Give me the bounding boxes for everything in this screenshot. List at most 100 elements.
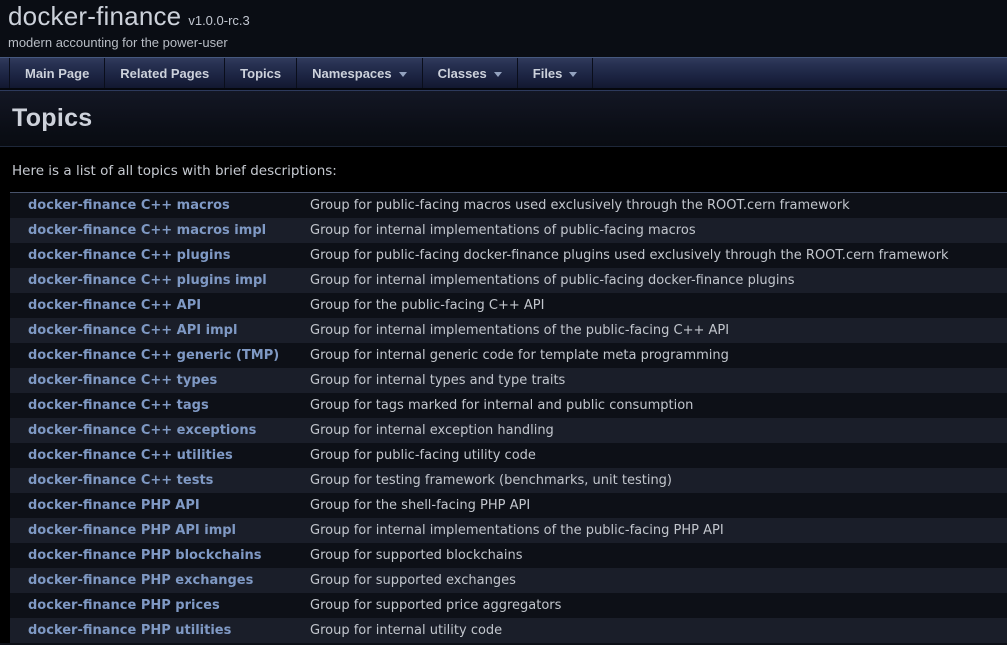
topic-entry: docker-finance PHP utilities — [10, 618, 310, 643]
topic-entry: docker-finance C++ generic (TMP) — [10, 343, 310, 368]
table-row: docker-finance PHP blockchains Group for … — [10, 543, 1007, 568]
tab-label: Main Page — [25, 66, 89, 81]
topic-entry: docker-finance C++ types — [10, 368, 310, 393]
topic-entry: docker-finance C++ tags — [10, 393, 310, 418]
table-row: docker-finance C++ macros Group for publi… — [10, 193, 1007, 218]
site-header: docker-finance v1.0.0-rc.3 modern account… — [0, 0, 1007, 57]
topic-entry: docker-finance C++ exceptions — [10, 418, 310, 443]
topic-entry: docker-finance C++ plugins — [10, 243, 310, 268]
topic-entry: docker-finance C++ macros impl — [10, 218, 310, 243]
table-row: docker-finance C++ API impl Group for int… — [10, 318, 1007, 343]
table-row: docker-finance PHP API Group for the shel… — [10, 493, 1007, 518]
chevron-down-icon — [399, 72, 407, 77]
tab-related-pages[interactable]: Related Pages — [105, 58, 225, 88]
table-row: docker-finance C++ generic (TMP) Group fo… — [10, 343, 1007, 368]
topic-entry: docker-finance C++ plugins impl — [10, 268, 310, 293]
tab-label: Related Pages — [120, 66, 209, 81]
tab-label: Topics — [240, 66, 281, 81]
page-header: Topics — [0, 90, 1007, 147]
topic-entry: docker-finance PHP prices — [10, 593, 310, 618]
tab-files[interactable]: Files — [518, 58, 594, 88]
topic-link[interactable]: docker-finance PHP utilities — [28, 623, 231, 638]
chevron-down-icon — [569, 72, 577, 77]
table-row: docker-finance C++ tags Group for tags ma… — [10, 393, 1007, 418]
topic-link[interactable]: docker-finance PHP prices — [28, 598, 220, 613]
project-brief: modern accounting for the power-user — [8, 35, 1007, 50]
intro-text: Here is a list of all topics with brief … — [0, 147, 1007, 192]
topic-entry: docker-finance C++ API impl — [10, 318, 310, 343]
topic-description: Group for the public-facing C++ API — [310, 293, 1007, 318]
topic-link[interactable]: docker-finance C++ API impl — [28, 323, 237, 338]
topic-link[interactable]: docker-finance C++ API — [28, 298, 201, 313]
table-row: docker-finance C++ plugins Group for publ… — [10, 243, 1007, 268]
topic-link[interactable]: docker-finance C++ generic (TMP) — [28, 348, 279, 363]
topic-link[interactable]: docker-finance C++ macros impl — [28, 223, 266, 238]
topic-description: Group for internal implementations of pu… — [310, 218, 1007, 243]
topic-description: Group for testing framework (benchmarks,… — [310, 468, 1007, 493]
project-title-row: docker-finance v1.0.0-rc.3 — [8, 1, 1007, 32]
table-row: docker-finance C++ exceptions Group for i… — [10, 418, 1007, 443]
tab-list: Main Page Related Pages Topics Namespaces Cl… — [0, 58, 1007, 88]
topic-description: Group for internal types and type traits — [310, 368, 1007, 393]
topic-description: Group for supported blockchains — [310, 543, 1007, 568]
topic-entry: docker-finance PHP exchanges — [10, 568, 310, 593]
topic-description: Group for tags marked for internal and p… — [310, 393, 1007, 418]
tab-namespaces[interactable]: Namespaces — [297, 58, 423, 88]
topic-link[interactable]: docker-finance C++ utilities — [28, 448, 233, 463]
topic-link[interactable]: docker-finance C++ exceptions — [28, 423, 256, 438]
topic-description: Group for supported exchanges — [310, 568, 1007, 593]
topic-description: Group for supported price aggregators — [310, 593, 1007, 618]
topic-entry: docker-finance PHP blockchains — [10, 543, 310, 568]
project-version: v1.0.0-rc.3 — [188, 13, 249, 28]
topic-entry: docker-finance C++ tests — [10, 468, 310, 493]
contents: Here is a list of all topics with brief … — [0, 147, 1007, 645]
main-nav: Main Page Related Pages Topics Namespaces Cl… — [0, 57, 1007, 90]
table-row: docker-finance PHP API impl Group for int… — [10, 518, 1007, 543]
table-row: docker-finance C++ utilities Group for pu… — [10, 443, 1007, 468]
topic-description: Group for public-facing macros used excl… — [310, 193, 1007, 218]
table-row: docker-finance PHP utilities Group for in… — [10, 618, 1007, 643]
topic-entry: docker-finance C++ macros — [10, 193, 310, 218]
table-row: docker-finance PHP exchanges Group for su… — [10, 568, 1007, 593]
topic-link[interactable]: docker-finance PHP API — [28, 498, 200, 513]
topic-entry: docker-finance C++ API — [10, 293, 310, 318]
table-row: docker-finance C++ tests Group for testin… — [10, 468, 1007, 493]
topic-description: Group for internal utility code — [310, 618, 1007, 643]
topic-entry: docker-finance C++ utilities — [10, 443, 310, 468]
topic-link[interactable]: docker-finance C++ types — [28, 373, 217, 388]
topic-link[interactable]: docker-finance PHP exchanges — [28, 573, 253, 588]
topic-description: Group for internal implementations of th… — [310, 318, 1007, 343]
topic-link[interactable]: docker-finance C++ plugins impl — [28, 273, 267, 288]
topic-link[interactable]: docker-finance C++ macros — [28, 198, 230, 213]
topic-entry: docker-finance PHP API impl — [10, 518, 310, 543]
tab-topics[interactable]: Topics — [225, 58, 297, 88]
tab-main-page[interactable]: Main Page — [9, 58, 105, 88]
topic-link[interactable]: docker-finance C++ tests — [28, 473, 213, 488]
tab-label: Files — [533, 66, 563, 81]
topic-description: Group for the shell-facing PHP API — [310, 493, 1007, 518]
topic-description: Group for internal implementations of pu… — [310, 268, 1007, 293]
table-row: docker-finance PHP prices Group for suppo… — [10, 593, 1007, 618]
topic-link[interactable]: docker-finance C++ plugins — [28, 248, 230, 263]
topic-link[interactable]: docker-finance PHP API impl — [28, 523, 236, 538]
topic-description: Group for internal generic code for temp… — [310, 343, 1007, 368]
tab-classes[interactable]: Classes — [423, 58, 518, 88]
table-row: docker-finance C++ macros impl Group for … — [10, 218, 1007, 243]
topic-description: Group for public-facing utility code — [310, 443, 1007, 468]
page-title: Topics — [12, 104, 93, 133]
topics-table: docker-finance C++ macros Group for publi… — [10, 192, 1007, 643]
tab-label: Namespaces — [312, 66, 392, 81]
topic-link[interactable]: docker-finance C++ tags — [28, 398, 209, 413]
topic-description: Group for internal implementations of th… — [310, 518, 1007, 543]
topic-link[interactable]: docker-finance PHP blockchains — [28, 548, 262, 563]
project-name: docker-finance — [8, 1, 181, 31]
table-row: docker-finance C++ plugins impl Group for… — [10, 268, 1007, 293]
table-row: docker-finance C++ API Group for the publ… — [10, 293, 1007, 318]
topic-description: Group for internal exception handling — [310, 418, 1007, 443]
topic-description: Group for public-facing docker-finance p… — [310, 243, 1007, 268]
chevron-down-icon — [494, 72, 502, 77]
tab-label: Classes — [438, 66, 487, 81]
table-row: docker-finance C++ types Group for intern… — [10, 368, 1007, 393]
doxygen-page: docker-finance v1.0.0-rc.3 modern account… — [0, 0, 1007, 645]
topic-entry: docker-finance PHP API — [10, 493, 310, 518]
